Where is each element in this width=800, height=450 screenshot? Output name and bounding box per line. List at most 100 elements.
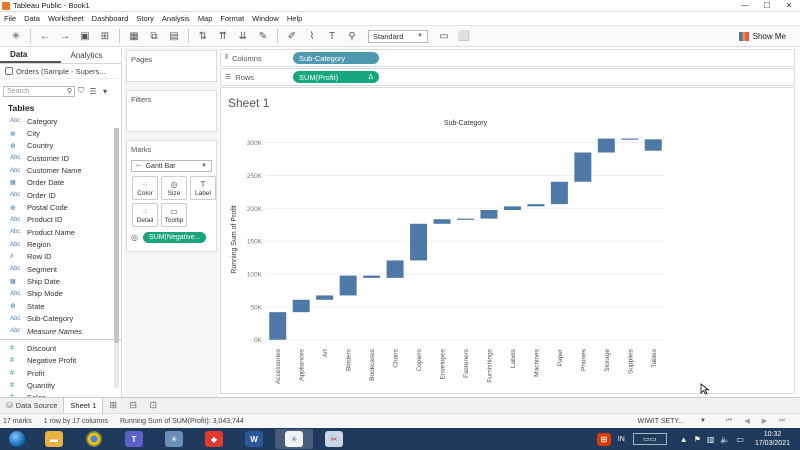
filters-card[interactable]: Filters xyxy=(126,90,217,132)
tableau-logo-icon[interactable]: ✳ xyxy=(8,28,24,44)
field-quantity[interactable]: # Quantity xyxy=(0,379,121,391)
menu-window[interactable]: Window xyxy=(248,14,283,23)
data-pane-scrollbar[interactable] xyxy=(114,128,119,388)
tooltip-button[interactable]: ▭ Tooltip xyxy=(161,203,187,227)
field-measure-names[interactable]: Abc Measure Names xyxy=(0,325,121,337)
menu-analysis[interactable]: Analysis xyxy=(158,14,194,23)
sort-ascending-icon[interactable]: ⇈ xyxy=(215,28,231,44)
tab-analytics[interactable]: Analytics xyxy=(61,48,122,63)
scroll-thumb[interactable] xyxy=(114,128,119,343)
minimize-button[interactable]: — xyxy=(734,1,756,10)
menu-help[interactable]: Help xyxy=(283,14,306,23)
close-button[interactable]: ✕ xyxy=(778,1,800,10)
pin-axis-icon[interactable]: ⚲ xyxy=(344,28,360,44)
color-button[interactable]: ⁘ Color xyxy=(132,176,158,200)
field-discount[interactable]: # Discount xyxy=(0,342,121,354)
new-worksheet-icon[interactable]: ▦ xyxy=(126,28,142,44)
profit-pill[interactable]: SUM(Profit) Δ xyxy=(293,71,379,83)
rows-shelf[interactable]: ☰ Rows SUM(Profit) Δ xyxy=(220,68,795,86)
field-negative-profit[interactable]: # Negative Profit xyxy=(0,355,121,367)
field-order-date[interactable]: ▦ Order Date xyxy=(0,177,121,189)
field-category[interactable]: Abc Category xyxy=(0,115,121,127)
menu-story[interactable]: Story xyxy=(132,14,158,23)
save-icon[interactable]: ▣ xyxy=(77,28,93,44)
forward-arrow-icon[interactable]: → xyxy=(57,28,73,44)
language-indicator[interactable]: IN xyxy=(618,436,625,443)
last-sheet-icon[interactable]: ⏭ xyxy=(779,417,785,425)
taskbar-tableau-reader[interactable]: ✳ xyxy=(155,429,193,449)
field-customer-name[interactable]: Abc Customer Name xyxy=(0,164,121,176)
taskbar-chrome[interactable] xyxy=(75,429,113,449)
swap-axes-icon[interactable]: ⇅ xyxy=(195,28,211,44)
menu-format[interactable]: Format xyxy=(216,14,248,23)
taskbar-word[interactable]: W xyxy=(235,429,273,449)
tab-data[interactable]: Data xyxy=(0,48,61,63)
sheet-tab[interactable]: Sheet 1 xyxy=(63,397,104,414)
field-ship-date[interactable]: ▦ Ship Date xyxy=(0,275,121,287)
sort-descending-icon[interactable]: ⇊ xyxy=(235,28,251,44)
menu-dashboard[interactable]: Dashboard xyxy=(88,14,133,23)
duplicate-icon[interactable]: ⧉ xyxy=(146,28,162,44)
office-tray-icon[interactable]: ⊞ xyxy=(591,429,617,449)
show-cards-icon[interactable]: ▭ xyxy=(436,28,452,44)
data-source-item[interactable]: Orders (Sample - Supers... xyxy=(0,64,121,79)
show-me-button[interactable]: Show Me xyxy=(738,31,786,41)
clock[interactable]: 10:32 17/03/2021 xyxy=(755,430,790,448)
menu-map[interactable]: Map xyxy=(194,14,217,23)
field-country[interactable]: ⊕ Country xyxy=(0,140,121,152)
notification-arrow-icon[interactable]: ▲ xyxy=(680,435,688,444)
field-row-id[interactable]: # Row ID xyxy=(0,251,121,263)
field-order-id[interactable]: Abc Order ID xyxy=(0,189,121,201)
pages-card[interactable]: Pages xyxy=(126,50,217,82)
display-icon[interactable]: ▭ xyxy=(736,435,744,444)
field-postal-code[interactable]: ⊕ Postal Code xyxy=(0,201,121,213)
volume-icon[interactable]: 🔈 xyxy=(720,435,730,444)
text-icon[interactable]: T xyxy=(324,28,340,44)
back-arrow-icon[interactable]: ← xyxy=(37,28,53,44)
field-product-name[interactable]: Abc Product Name xyxy=(0,226,121,238)
list-view-icon[interactable]: ☰ xyxy=(87,87,99,96)
battery-icon[interactable]: ▭▭ xyxy=(632,433,667,445)
new-dashboard-icon[interactable]: ⊟ xyxy=(126,400,140,412)
network-icon[interactable]: ▥ xyxy=(707,435,715,444)
data-source-tab[interactable]: ⛁ Data Source xyxy=(0,398,63,414)
field-product-id[interactable]: Abc Product ID xyxy=(0,214,121,226)
presentation-icon[interactable]: ⬜ xyxy=(456,28,472,44)
field-segment[interactable]: Abc Segment xyxy=(0,263,121,275)
field-sub-category[interactable]: Abc Sub-Category xyxy=(0,313,121,325)
highlight-icon[interactable]: ✐ xyxy=(284,28,300,44)
maximize-button[interactable]: ☐ xyxy=(756,1,778,10)
detail-button[interactable]: ⁖ Detail xyxy=(132,203,158,227)
flag-icon[interactable]: ⚑ xyxy=(694,435,701,444)
columns-shelf[interactable]: ⦀ Columns Sub-Category xyxy=(220,49,795,67)
field-profit[interactable]: # Profit xyxy=(0,367,121,379)
taskbar-explorer[interactable]: ▬ xyxy=(35,429,73,449)
search-input[interactable]: Search ⚲ xyxy=(3,85,75,97)
taskbar-anydesk[interactable]: ◆ xyxy=(195,429,233,449)
field-state[interactable]: ⊕ State xyxy=(0,300,121,312)
label-button[interactable]: T Label xyxy=(190,176,216,200)
sub-category-pill[interactable]: Sub-Category xyxy=(293,52,379,64)
field-city[interactable]: ⊕ City xyxy=(0,127,121,139)
chevron-down-icon[interactable]: ▾ xyxy=(99,87,111,96)
first-sheet-icon[interactable]: ⏮ xyxy=(726,417,732,425)
start-button[interactable] xyxy=(0,428,34,450)
taskbar-teams[interactable]: T xyxy=(115,429,153,449)
menu-data[interactable]: Data xyxy=(20,14,44,23)
menu-worksheet[interactable]: Worksheet xyxy=(44,14,88,23)
size-field-pill[interactable]: SUM(Negative... xyxy=(143,232,207,243)
filter-icon[interactable]: ⛉ xyxy=(75,86,87,96)
field-customer-id[interactable]: Abc Customer ID xyxy=(0,152,121,164)
new-data-source-icon[interactable]: ⊞ xyxy=(97,28,113,44)
pin-icon[interactable]: ✎ xyxy=(255,28,271,44)
field-region[interactable]: Abc Region xyxy=(0,238,121,250)
taskbar-snipping-tool[interactable]: ✂ xyxy=(315,429,353,449)
clear-sheet-icon[interactable]: ▤ xyxy=(166,28,182,44)
paperclip-icon[interactable]: ⌇ xyxy=(304,28,320,44)
prev-sheet-icon[interactable]: ◀ xyxy=(744,417,749,425)
field-ship-mode[interactable]: Abc Ship Mode xyxy=(0,288,121,300)
menu-file[interactable]: File xyxy=(0,14,20,23)
new-worksheet-icon[interactable]: ⊞ xyxy=(106,400,120,412)
next-sheet-icon[interactable]: ▶ xyxy=(762,417,767,425)
new-story-icon[interactable]: ⊡ xyxy=(146,400,160,412)
